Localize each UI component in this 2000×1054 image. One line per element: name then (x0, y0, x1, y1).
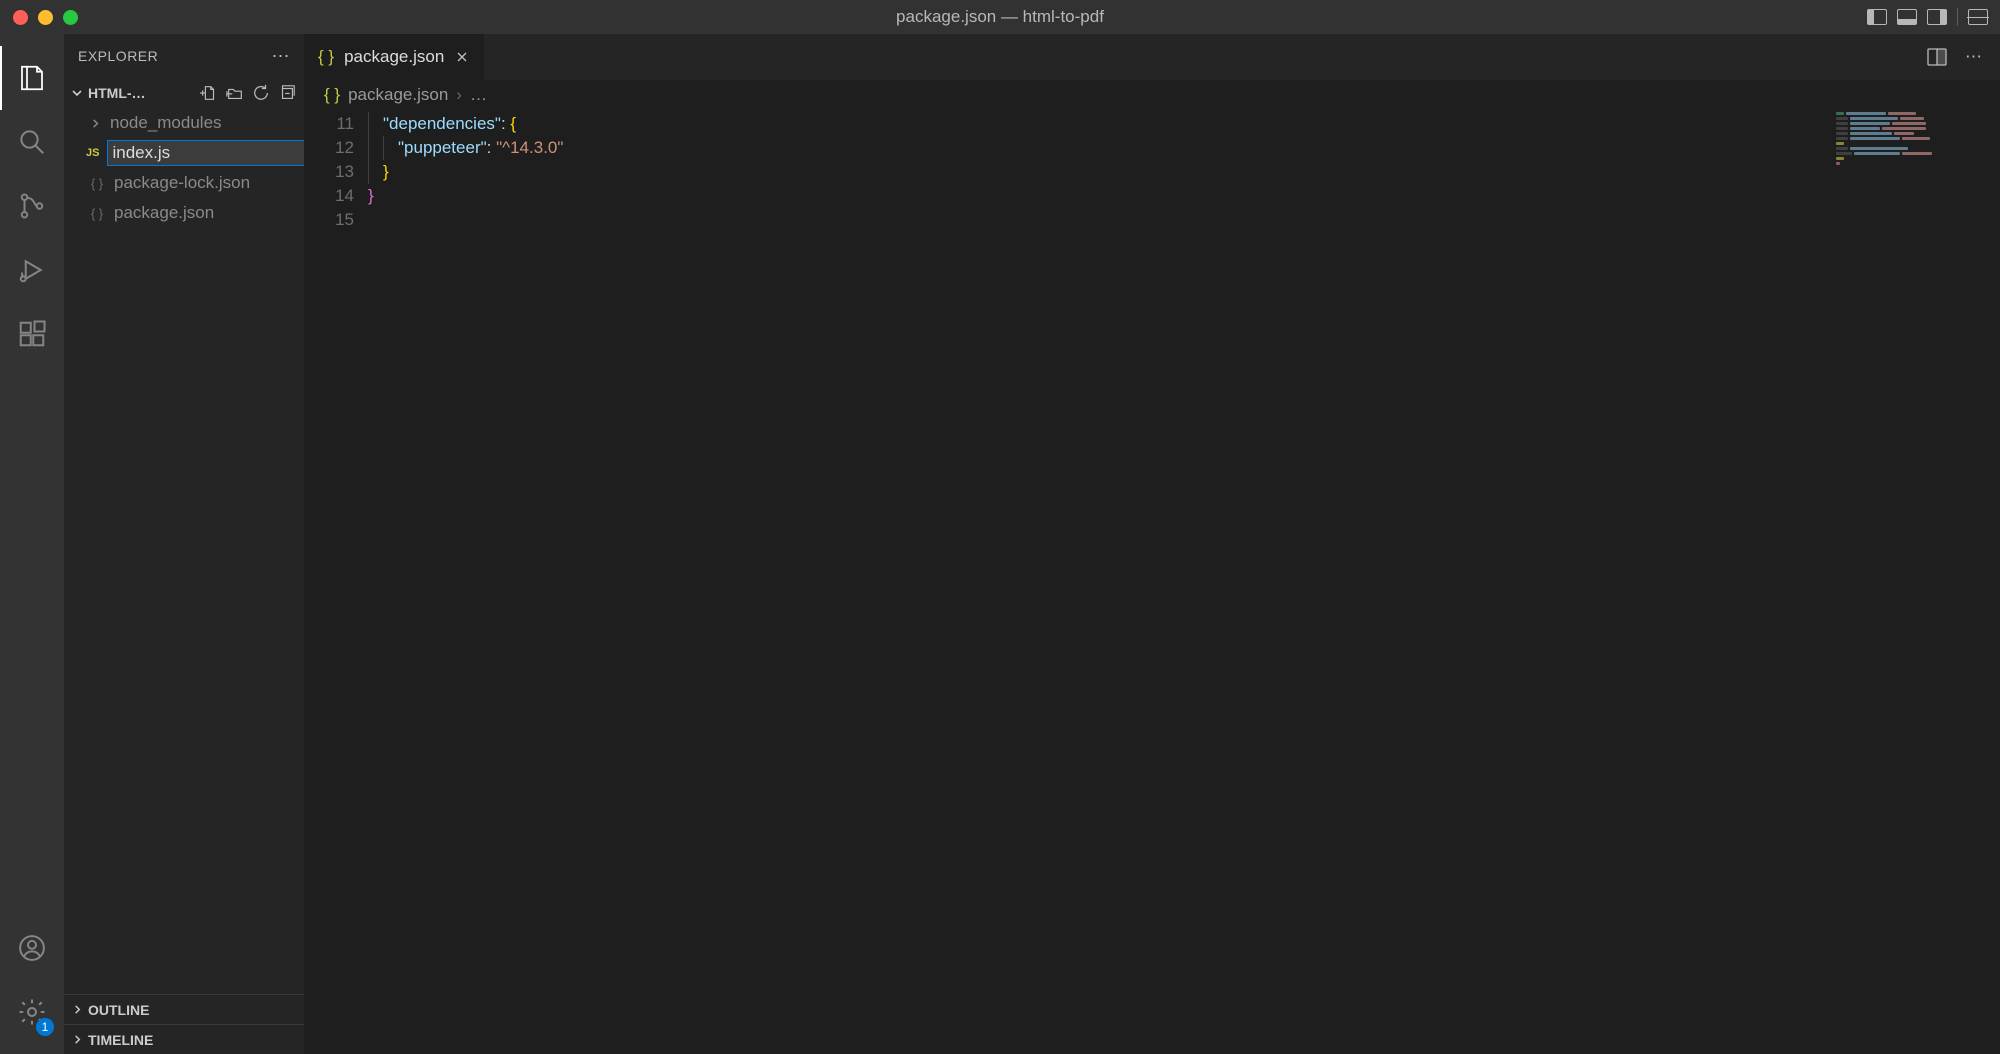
tab-package-json[interactable]: { } package.json (304, 34, 485, 80)
collapse-all-icon[interactable] (278, 84, 296, 102)
toggle-primary-sidebar-icon[interactable] (1867, 9, 1887, 25)
close-window-button[interactable] (13, 10, 28, 25)
accounts-activity-icon[interactable] (0, 916, 64, 980)
window-controls (0, 10, 78, 25)
tab-label: package.json (344, 47, 444, 67)
tree-item-label: node_modules (110, 113, 222, 133)
tree-item-file[interactable]: { } package-lock.json (64, 168, 304, 198)
settings-activity-icon[interactable]: 1 (0, 980, 64, 1044)
tree-item-folder[interactable]: node_modules (64, 108, 304, 138)
minimize-window-button[interactable] (38, 10, 53, 25)
titlebar-right-controls (1867, 8, 1988, 26)
search-activity-icon[interactable] (0, 110, 64, 174)
sidebar-more-icon[interactable]: ⋯ (272, 46, 291, 67)
breadcrumb-tail: … (470, 85, 487, 105)
explorer-sidebar: EXPLORER ⋯ HTML-… (64, 34, 304, 1054)
code-line: 15 (304, 208, 2000, 232)
window-title: package.json — html-to-pdf (896, 7, 1104, 27)
toggle-secondary-sidebar-icon[interactable] (1927, 9, 1947, 25)
timeline-label: TIMELINE (88, 1032, 153, 1048)
json-file-icon: { } (318, 47, 334, 67)
timeline-section[interactable]: TIMELINE (64, 1024, 304, 1054)
explorer-activity-icon[interactable] (0, 46, 64, 110)
code-line: 12"puppeteer": "^14.3.0" (304, 136, 2000, 160)
minimap[interactable] (1836, 112, 1996, 172)
folder-actions (200, 84, 296, 102)
chevron-down-icon (70, 87, 84, 99)
extensions-activity-icon[interactable] (0, 302, 64, 366)
chevron-right-icon: › (456, 85, 462, 105)
json-file-icon: { } (88, 206, 106, 221)
tab-bar: { } package.json ⋯ (304, 34, 2000, 80)
new-folder-icon[interactable] (226, 84, 244, 102)
chevron-right-icon (70, 1004, 84, 1015)
sidebar-title: EXPLORER (78, 48, 158, 64)
breadcrumb[interactable]: { } package.json › … (304, 80, 2000, 110)
code-line: 14} (304, 184, 2000, 208)
tree-item-label: package.json (114, 203, 214, 223)
source-control-activity-icon[interactable] (0, 174, 64, 238)
json-file-icon: { } (88, 176, 106, 191)
tree-item-editing[interactable]: JS (64, 138, 304, 168)
maximize-window-button[interactable] (63, 10, 78, 25)
more-actions-icon[interactable]: ⋯ (1965, 47, 1982, 67)
outline-section[interactable]: OUTLINE (64, 994, 304, 1024)
js-file-icon: JS (86, 147, 99, 159)
breadcrumb-file: package.json (348, 85, 448, 105)
outline-label: OUTLINE (88, 1002, 149, 1018)
customize-layout-icon[interactable] (1968, 9, 1988, 25)
titlebar: package.json — html-to-pdf (0, 0, 2000, 34)
split-editor-icon[interactable] (1927, 48, 1947, 66)
refresh-icon[interactable] (252, 84, 270, 102)
editor-group: { } package.json ⋯ { } package.json › … … (304, 34, 2000, 1054)
chevron-right-icon (88, 118, 102, 129)
chevron-right-icon (70, 1034, 84, 1045)
close-tab-icon[interactable] (454, 49, 470, 65)
settings-badge: 1 (36, 1018, 54, 1036)
sidebar-header: EXPLORER ⋯ (64, 34, 304, 78)
folder-name: HTML-… (88, 85, 146, 101)
code-editor[interactable]: 11"dependencies": {12"puppeteer": "^14.3… (304, 110, 2000, 232)
code-line: 11"dependencies": { (304, 112, 2000, 136)
toggle-panel-icon[interactable] (1897, 9, 1917, 25)
new-file-icon[interactable] (200, 84, 218, 102)
file-tree: node_modules JS { } package-lock.json { … (64, 108, 304, 228)
folder-header[interactable]: HTML-… (64, 78, 304, 108)
tree-item-label: package-lock.json (114, 173, 250, 193)
editor-actions: ⋯ (1927, 34, 2000, 80)
run-debug-activity-icon[interactable] (0, 238, 64, 302)
json-file-icon: { } (324, 85, 340, 105)
tree-item-file[interactable]: { } package.json (64, 198, 304, 228)
activity-bar: 1 (0, 34, 64, 1054)
code-line: 13} (304, 160, 2000, 184)
separator (1957, 8, 1958, 26)
